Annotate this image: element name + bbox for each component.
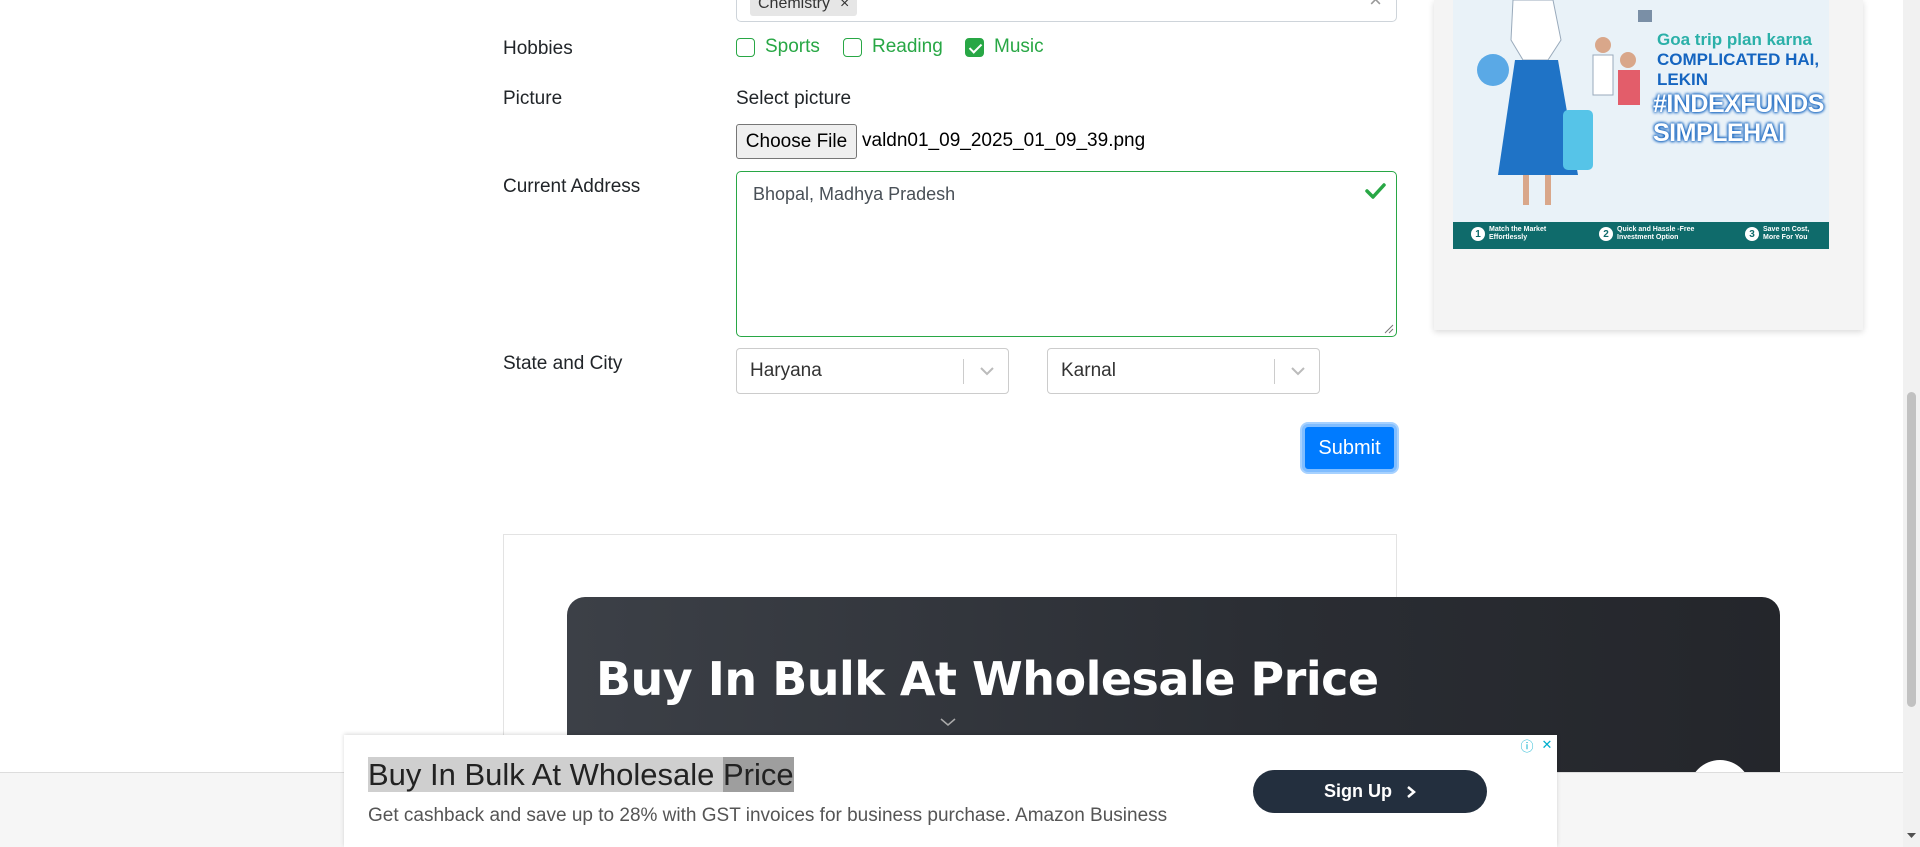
side-ad-line3: #INDEXFUNDS SIMPLEHAI: [1653, 90, 1824, 147]
music-checkbox[interactable]: [965, 37, 984, 57]
resize-grip-icon[interactable]: [1384, 324, 1394, 334]
ad-close-icon[interactable]: ✕: [1537, 735, 1557, 755]
step-text: Save on Cost, More For You: [1763, 226, 1810, 241]
sign-up-label: Sign Up: [1324, 781, 1392, 801]
subject-chip: Chemistry ×: [750, 0, 858, 16]
step-number: 1: [1471, 227, 1485, 241]
step-number: 3: [1745, 227, 1759, 241]
step-text: Match the Market Effortlessly: [1489, 226, 1547, 241]
hobby-music[interactable]: Music: [965, 36, 1044, 58]
sports-checkbox[interactable]: [736, 37, 755, 57]
address-value: Bhopal, Madhya Pradesh: [753, 184, 956, 204]
side-ad-image[interactable]: Goa trip plan karna COMPLICATED HAI, LEK…: [1453, 0, 1829, 249]
chip-remove-icon[interactable]: ×: [840, 0, 849, 13]
banner-title: Buy In Bulk At Wholesale Price: [596, 652, 1379, 706]
picture-label: Picture: [503, 88, 563, 109]
chevron-right-icon: [1407, 785, 1416, 798]
sign-up-button[interactable]: Sign Up: [1253, 770, 1487, 813]
city-value: Karnal: [1061, 360, 1116, 381]
sticky-ad-subtitle: Get cashback and save up to 28% with GST…: [368, 805, 1168, 826]
file-name: valdn01_09_2025_01_09_39.png: [862, 130, 1146, 151]
step-text: Quick and Hassle -Free Investment Option: [1617, 226, 1695, 241]
hobby-reading[interactable]: Reading: [843, 36, 943, 58]
valid-check-icon: [1365, 183, 1386, 199]
ad-info-icon[interactable]: ⓘ: [1517, 735, 1537, 755]
step-number: 2: [1599, 227, 1613, 241]
subjects-input[interactable]: Chemistry × ×: [736, 0, 1397, 22]
sticky-ad-title-highlight: Price: [722, 757, 794, 792]
chevron-down-icon[interactable]: [1289, 362, 1307, 380]
submit-button[interactable]: Submit: [1302, 424, 1397, 472]
state-city-label: State and City: [503, 353, 623, 374]
subject-chip-label: Chemistry: [758, 0, 831, 12]
select-separator: [1274, 359, 1275, 384]
reading-checkbox[interactable]: [843, 37, 862, 57]
ad-choices[interactable]: ⓘ ✕: [1517, 735, 1557, 755]
side-ad-steps: 1 Match the Market Effortlessly 2 Quick …: [1453, 222, 1829, 249]
current-address-textarea[interactable]: Bhopal, Madhya Pradesh: [736, 171, 1397, 337]
scrollbar-thumb[interactable]: [1907, 392, 1916, 707]
clear-icon[interactable]: ×: [1369, 0, 1382, 13]
hobbies-label: Hobbies: [503, 38, 573, 59]
hobby-sports[interactable]: Sports: [736, 36, 820, 58]
ad-people-illustration: [1453, 0, 1653, 222]
choose-file-button[interactable]: Choose File: [736, 124, 857, 159]
sticky-ad[interactable]: Buy In Bulk At Wholesale Price Get cashb…: [344, 735, 1557, 847]
side-ad-line1: Goa trip plan karna: [1657, 30, 1812, 49]
side-ad-line2: COMPLICATED HAI, LEKIN: [1657, 50, 1820, 89]
select-picture-text: Select picture: [736, 88, 852, 109]
side-ad-container[interactable]: Goa trip plan karna COMPLICATED HAI, LEK…: [1434, 0, 1863, 330]
city-select[interactable]: Karnal: [1047, 348, 1320, 394]
hobby-label: Sports: [765, 36, 820, 57]
state-select[interactable]: Haryana: [736, 348, 1009, 394]
vertical-scrollbar[interactable]: [1903, 0, 1920, 847]
sticky-ad-title: Buy In Bulk At Wholesale Price: [368, 757, 794, 793]
hobby-label: Music: [994, 36, 1044, 57]
chevron-down-icon[interactable]: [978, 362, 996, 380]
sticky-ad-title-main: Buy In Bulk At Wholesale: [368, 757, 723, 792]
state-value: Haryana: [750, 360, 822, 381]
scroll-down-arrow-icon[interactable]: [1906, 830, 1917, 841]
hobby-label: Reading: [872, 36, 943, 57]
address-label: Current Address: [503, 176, 641, 197]
select-separator: [963, 359, 964, 384]
chevron-down-icon[interactable]: [938, 715, 958, 729]
